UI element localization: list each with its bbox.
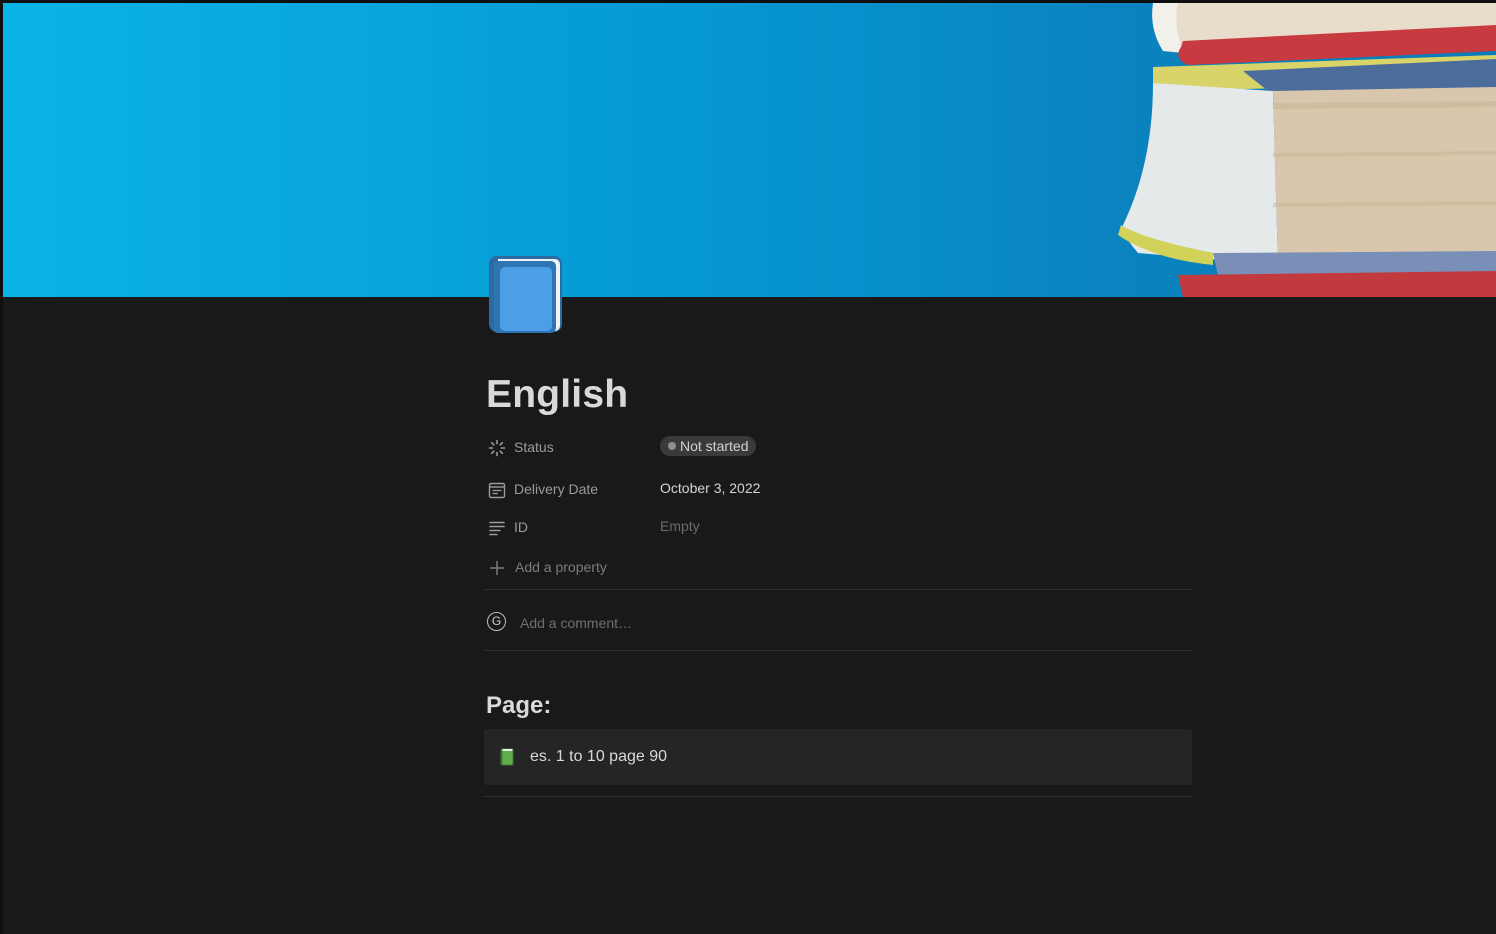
divider (484, 650, 1192, 651)
callout-text[interactable]: es. 1 to 10 page 90 (530, 748, 667, 766)
page-title[interactable]: English (486, 373, 628, 417)
section-heading[interactable]: Page: (486, 692, 551, 720)
cover-image[interactable] (3, 3, 1496, 297)
blue-book-icon[interactable] (488, 255, 564, 335)
text-icon (488, 519, 506, 537)
delivery-date-value[interactable]: October 3, 2022 (660, 480, 760, 496)
window-frame: English Status Not started Delivery Date… (0, 0, 1496, 934)
notion-page: English Status Not started Delivery Date… (3, 3, 1496, 934)
callout-block[interactable]: es. 1 to 10 page 90 (484, 729, 1192, 785)
status-icon (488, 439, 506, 457)
property-label: Delivery Date (514, 481, 599, 497)
divider (484, 589, 1192, 590)
book-stack-illustration (1118, 3, 1496, 297)
property-label: Status (514, 439, 554, 455)
property-id[interactable]: ID Empty (488, 513, 1198, 543)
avatar: G (487, 612, 506, 631)
plus-icon (488, 559, 506, 577)
divider (484, 796, 1192, 797)
status-badge[interactable]: Not started (660, 436, 757, 456)
status-dot (668, 442, 676, 450)
property-delivery-date[interactable]: Delivery Date October 3, 2022 (488, 475, 1198, 505)
status-value: Not started (680, 438, 749, 454)
comment-input-row[interactable]: G Add a comment… (487, 609, 1187, 639)
property-status[interactable]: Status Not started (488, 433, 1198, 463)
id-value[interactable]: Empty (660, 518, 700, 534)
property-label: ID (514, 519, 528, 535)
comment-input[interactable]: Add a comment… (520, 615, 632, 631)
green-book-icon[interactable] (500, 748, 514, 766)
calendar-icon (488, 481, 506, 499)
add-property-label: Add a property (515, 559, 607, 575)
